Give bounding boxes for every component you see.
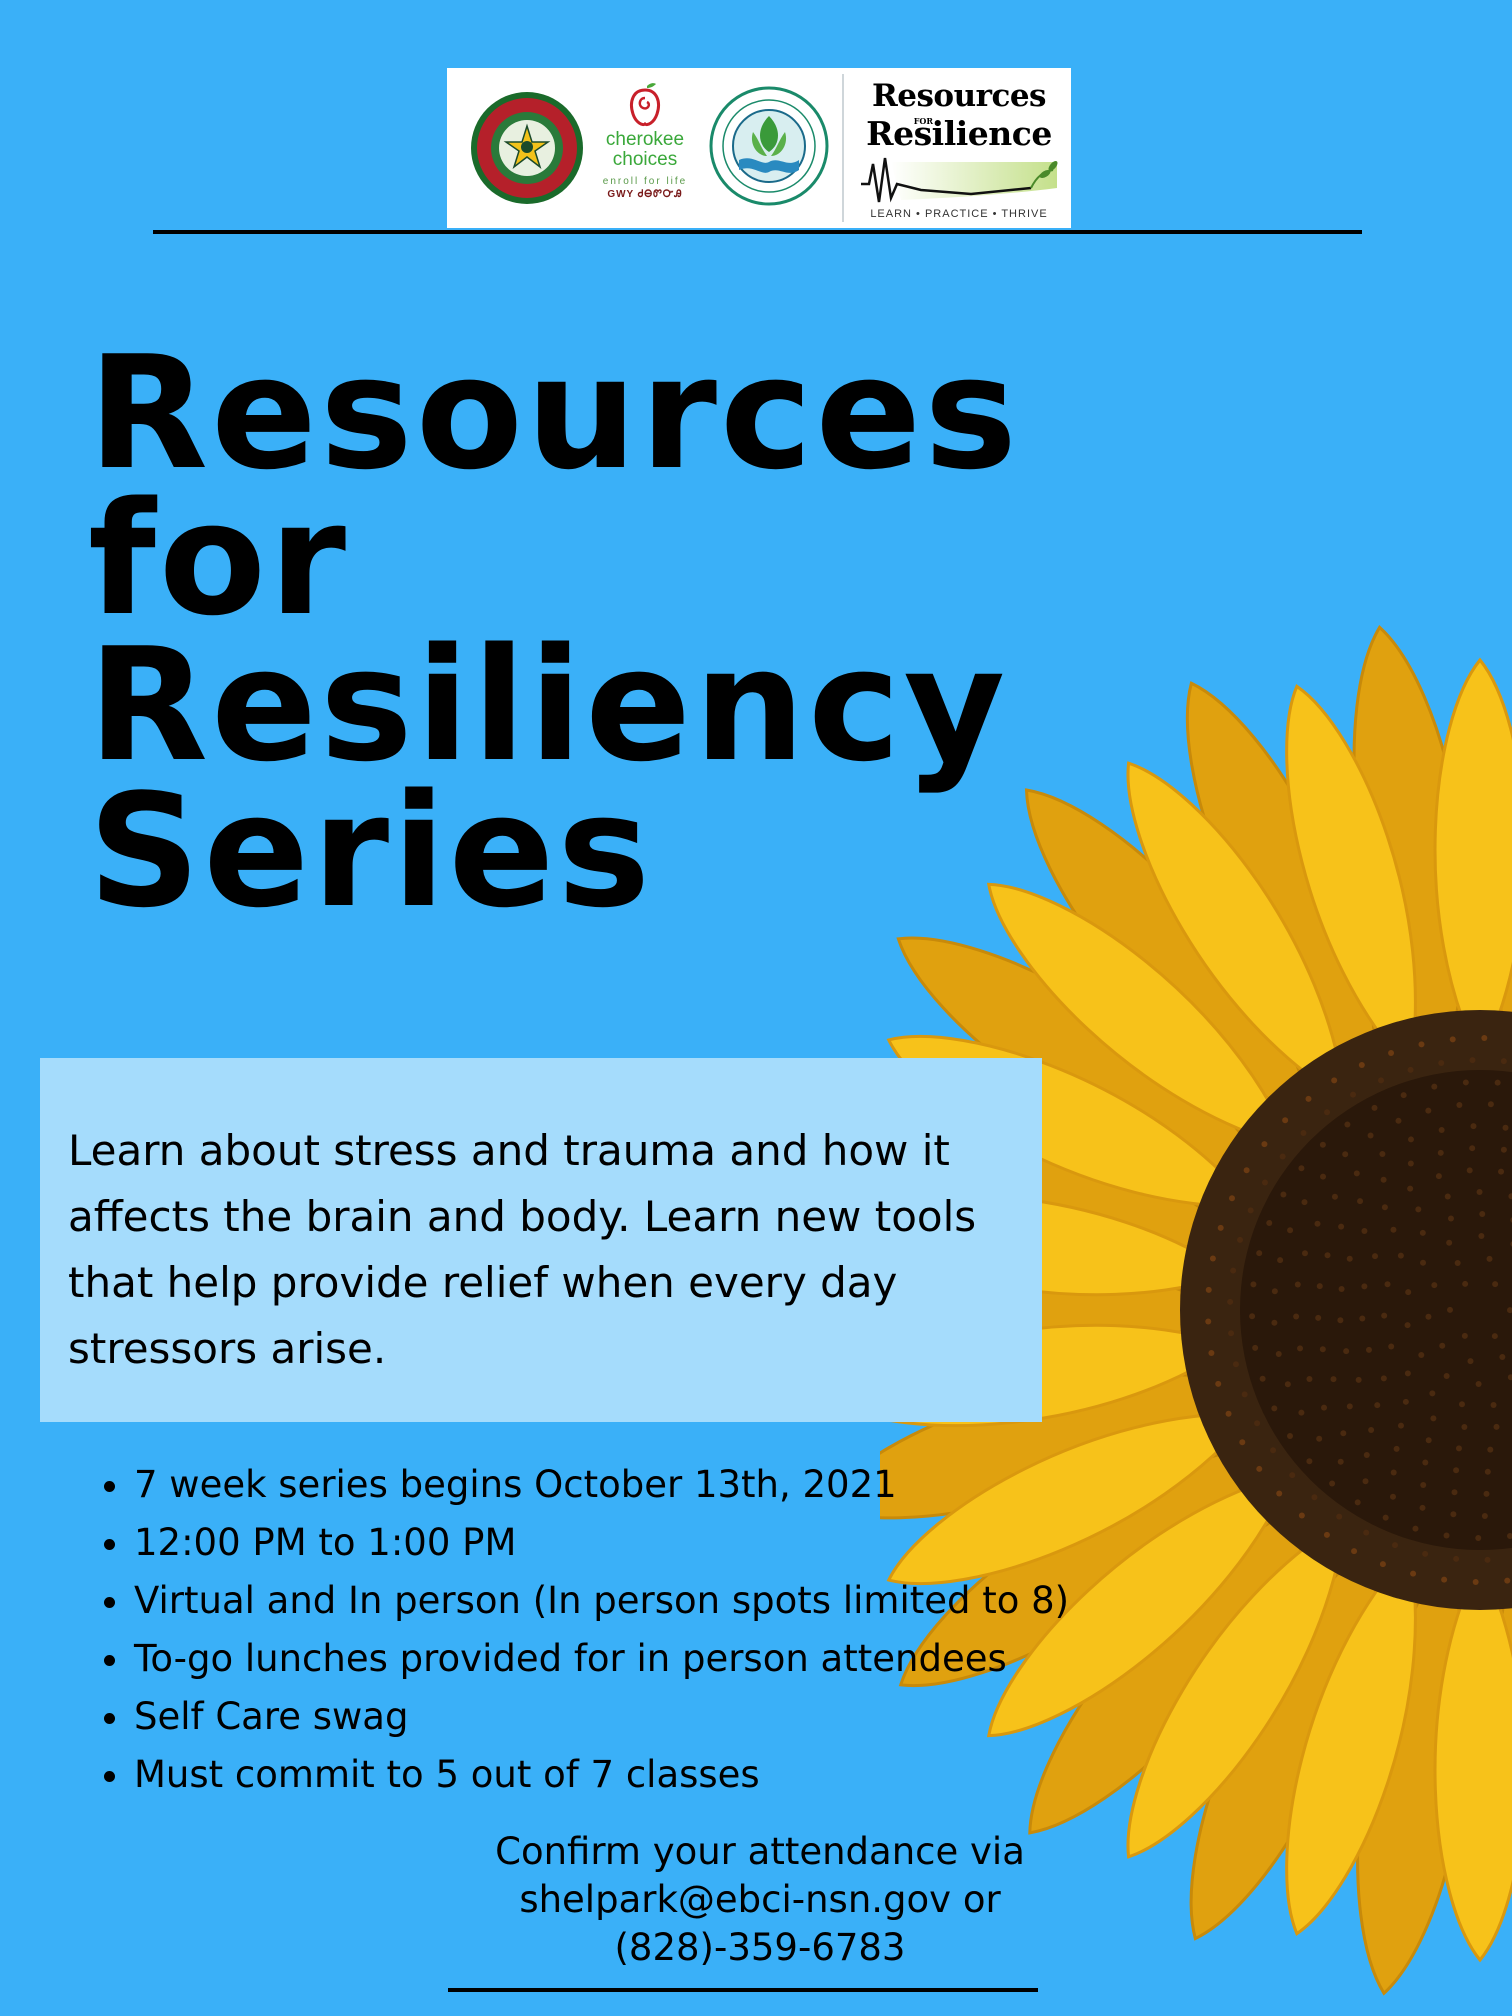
cherokee-choices-syllabary: GWY ᏧᎾᏛᏅᎯ bbox=[607, 189, 683, 200]
title-line-4: Series bbox=[88, 760, 654, 942]
rfr-logo-tagline: LEARN • PRACTICE • THRIVE bbox=[870, 208, 1048, 220]
cherokee-choices-brand-line1: cherokee bbox=[605, 129, 685, 150]
detail-item-commitment: Must commit to 5 out of 7 classes bbox=[100, 1746, 1100, 1804]
heartbeat-sprout-icon bbox=[861, 157, 1058, 203]
rfr-logo-line1: Resources bbox=[871, 78, 1047, 114]
tribal-seal-logo bbox=[471, 92, 583, 204]
page-title: Resources for Resiliency Series bbox=[88, 322, 1021, 942]
cherokee-choices-tagline: enroll for life bbox=[602, 176, 688, 187]
logo-divider bbox=[842, 74, 844, 222]
description-box: Learn about stress and trauma and how it… bbox=[40, 1058, 1042, 1422]
detail-item-series-start: 7 week series begins October 13th, 2021 bbox=[100, 1456, 1100, 1514]
title-line-1: Resources bbox=[88, 322, 1021, 504]
title-line-2: for bbox=[88, 468, 349, 650]
contact-line-1: Confirm your attendance via bbox=[495, 1830, 1025, 1873]
title-line-3: Resiliency bbox=[88, 614, 1009, 796]
contact-info: Confirm your attendance via shelpark@ebc… bbox=[420, 1828, 1100, 1972]
poster: cherokee choices enroll for life GWY ᏧᎾᏛ… bbox=[0, 0, 1512, 2016]
detail-item-lunches: To-go lunches provided for in person att… bbox=[100, 1630, 1100, 1688]
header-divider bbox=[153, 230, 1362, 234]
contact-underline bbox=[448, 1988, 1038, 1992]
rfr-logo-line2: Resilience bbox=[866, 114, 1052, 153]
apple-swirl-icon bbox=[630, 83, 660, 127]
description-text: Learn about stress and trauma and how it… bbox=[68, 1126, 977, 1373]
public-health-seal-logo bbox=[709, 86, 829, 206]
detail-item-time: 12:00 PM to 1:00 PM bbox=[100, 1514, 1100, 1572]
cherokee-choices-brand-line2: choices bbox=[612, 149, 678, 170]
logo-banner: cherokee choices enroll for life GWY ᏧᎾᏛ… bbox=[447, 68, 1071, 228]
contact-phone[interactable]: (828)-359-6783 bbox=[420, 1924, 1100, 1972]
detail-item-swag: Self Care swag bbox=[100, 1688, 1100, 1746]
contact-email[interactable]: shelpark@ebci-nsn.gov or bbox=[420, 1876, 1100, 1924]
detail-item-format: Virtual and In person (In person spots l… bbox=[100, 1572, 1100, 1630]
resources-for-resilience-logo: Resources FOR Resilience LEARN • PRACTIC… bbox=[847, 72, 1071, 226]
cherokee-choices-logo: cherokee choices enroll for life GWY ᏧᎾᏛ… bbox=[589, 76, 701, 224]
details-list: 7 week series begins October 13th, 2021 … bbox=[100, 1456, 1100, 1804]
